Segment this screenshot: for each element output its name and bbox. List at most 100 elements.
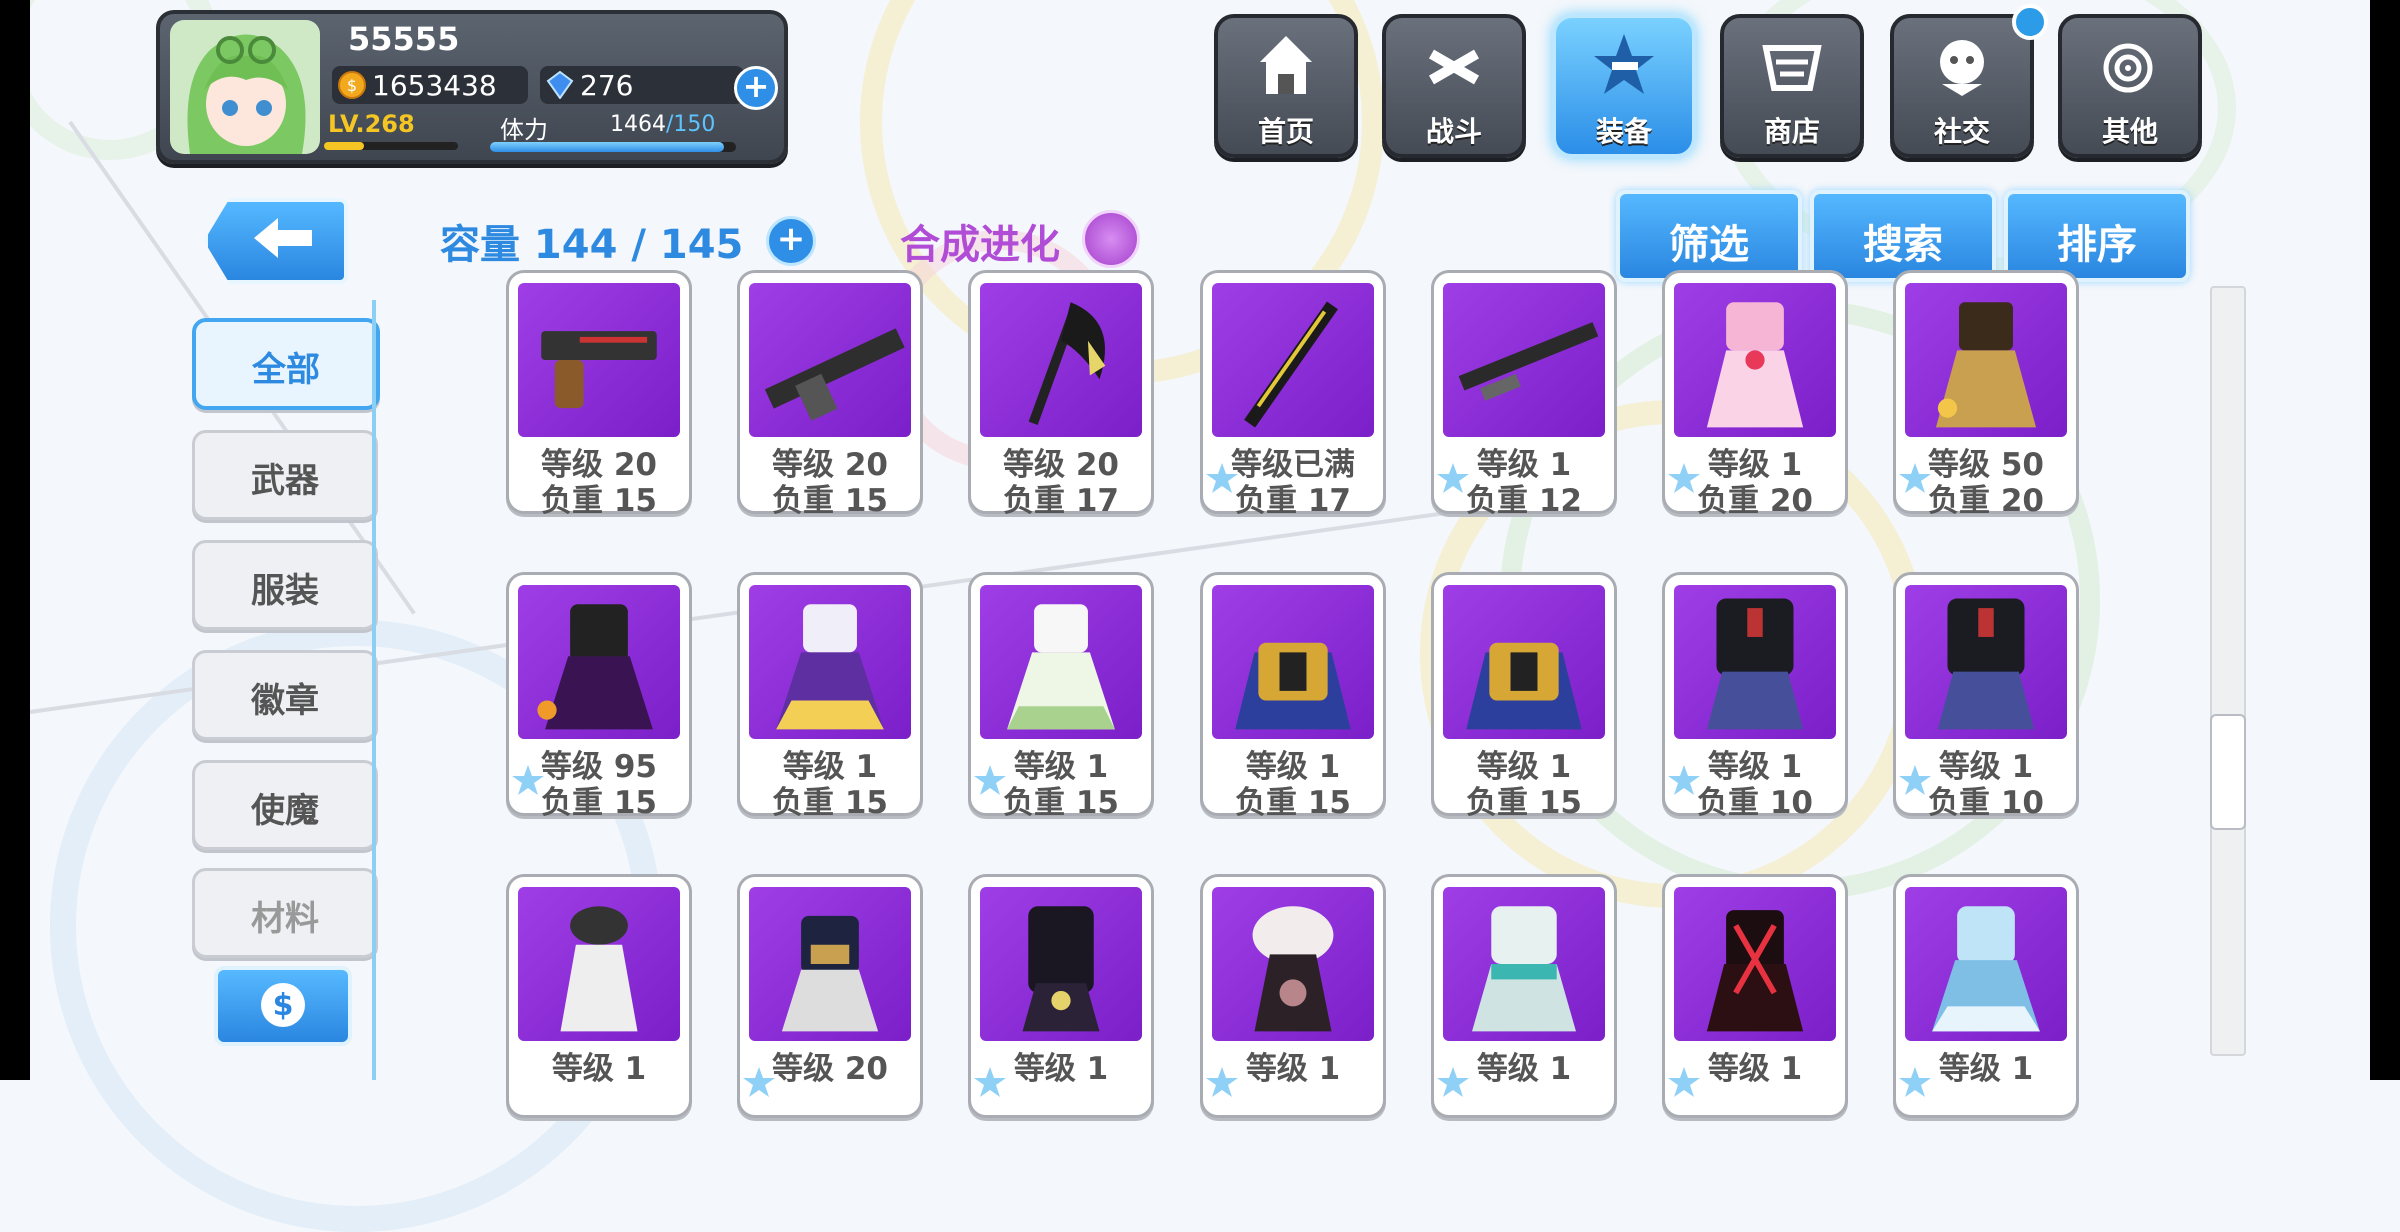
stamina-value: 1464/150 xyxy=(610,112,715,137)
equipment-image xyxy=(1674,585,1836,739)
add-gems-button[interactable]: + xyxy=(734,66,778,110)
category-label: 武器 xyxy=(251,461,319,501)
equipment-level: 等级 20 xyxy=(772,1051,888,1087)
nav-shop[interactable]: 商店 xyxy=(1720,14,1864,158)
nav-battle-label: 战斗 xyxy=(1425,115,1482,148)
equipment-weight: 负重 20 xyxy=(1697,483,1813,519)
equipment-card[interactable]: 等级 1 xyxy=(1200,874,1386,1118)
equipment-image xyxy=(1443,887,1605,1041)
shop-icon xyxy=(1762,45,1822,91)
back-button[interactable] xyxy=(204,198,348,284)
equipment-image xyxy=(1212,585,1374,739)
category-label: 材料 xyxy=(251,899,319,939)
equipment-card[interactable]: 等级 1 xyxy=(1431,874,1617,1118)
back-arrow-icon xyxy=(254,218,312,258)
stamina-fill xyxy=(490,142,724,152)
category-tab-materials[interactable]: 材料 xyxy=(192,868,378,958)
svg-text:$: $ xyxy=(347,76,357,95)
category-tab-clothing[interactable]: 服装 xyxy=(192,540,378,630)
equipment-card[interactable]: 等级 1 负重 10 xyxy=(1662,572,1848,821)
equipment-weight: 负重 15 xyxy=(1466,785,1582,821)
equipment-weight: 负重 15 xyxy=(1235,785,1351,821)
equipment-card[interactable]: 等级 20 负重 15 xyxy=(506,270,692,519)
dollar-icon: $ xyxy=(261,983,305,1027)
equipment-card[interactable]: 等级 20 xyxy=(737,874,923,1118)
equipment-weight: 负重 15 xyxy=(772,483,888,519)
equipment-icon xyxy=(1594,34,1654,94)
equipment-weight: 负重 12 xyxy=(1466,483,1582,519)
equipment-image xyxy=(518,887,680,1041)
battle-icon xyxy=(1428,49,1480,85)
equipment-weight: 负重 10 xyxy=(1697,785,1813,821)
equipment-image xyxy=(518,585,680,739)
equipment-card[interactable]: 等级 1 xyxy=(1893,874,2079,1118)
filter-label: 筛选 xyxy=(1669,222,1749,268)
player-avatar[interactable] xyxy=(170,20,320,154)
player-name: 55555 xyxy=(348,20,460,58)
scrollbar-thumb[interactable] xyxy=(2210,714,2246,830)
sort-button[interactable]: 排序 xyxy=(2004,190,2190,282)
filter-button[interactable]: 筛选 xyxy=(1616,190,1802,282)
equipment-card[interactable]: 等级 50 负重 20 xyxy=(1893,270,2079,519)
nav-social[interactable]: 社交 xyxy=(1890,14,2034,158)
equipment-card[interactable]: 等级 1 xyxy=(506,874,692,1118)
nav-battle[interactable]: 战斗 xyxy=(1382,14,1526,158)
scrollbar-track[interactable] xyxy=(2210,286,2246,1056)
stamina-max: /150 xyxy=(666,112,716,137)
search-label: 搜索 xyxy=(1863,222,1943,268)
equipment-card[interactable]: 等级 1 负重 15 xyxy=(1431,572,1617,821)
category-tab-all[interactable]: 全部 xyxy=(192,318,380,410)
equipment-card[interactable]: 等级 1 xyxy=(968,874,1154,1118)
category-label: 服装 xyxy=(251,571,319,611)
equipment-weight: 负重 15 xyxy=(541,785,657,821)
nav-home[interactable]: 首页 xyxy=(1214,14,1358,158)
sell-button[interactable]: $ xyxy=(214,966,352,1046)
equipment-level: 等级 1 xyxy=(1476,1051,1572,1087)
equipment-level: 等级 1 xyxy=(1245,1051,1341,1087)
equipment-image xyxy=(1443,283,1605,437)
equipment-card[interactable]: 等级 1 负重 20 xyxy=(1662,270,1848,519)
nav-other[interactable]: 其他 xyxy=(2058,14,2202,158)
equipment-weight: 负重 10 xyxy=(1928,785,2044,821)
stamina-bar xyxy=(490,142,736,152)
category-label: 徽章 xyxy=(251,681,319,721)
equipment-card[interactable]: 等级 1 负重 10 xyxy=(1893,572,2079,821)
equipment-weight: 负重 15 xyxy=(1003,785,1119,821)
equipment-level: 等级 1 xyxy=(1707,1051,1803,1087)
equipment-card[interactable]: 等级 1 xyxy=(1662,874,1848,1118)
category-tab-familiars[interactable]: 使魔 xyxy=(192,760,378,850)
nav-shop-label: 商店 xyxy=(1763,115,1820,148)
equipment-image xyxy=(1212,283,1374,437)
gold-amount: 1653438 xyxy=(372,69,497,102)
evolve-label[interactable]: 合成进化 xyxy=(900,212,1060,270)
evolve-icon[interactable] xyxy=(1082,210,1140,268)
equipment-level: 等级 1 xyxy=(551,1051,647,1087)
sort-label: 排序 xyxy=(2057,222,2137,268)
equipment-image xyxy=(1905,283,2067,437)
equipment-card[interactable]: 等级 1 负重 15 xyxy=(1200,572,1386,821)
equipment-card[interactable]: 等级 20 负重 17 xyxy=(968,270,1154,519)
player-panel[interactable]: 55555 $ 1653438 276 + LV.268 体力 1464/150 xyxy=(156,10,788,164)
level-progress-bar xyxy=(324,142,458,150)
equipment-image xyxy=(1674,283,1836,437)
expand-capacity-button[interactable]: + xyxy=(766,216,816,266)
equipment-weight: 负重 15 xyxy=(772,785,888,821)
equipment-image xyxy=(1443,585,1605,739)
equipment-card[interactable]: 等级已满 负重 17 xyxy=(1200,270,1386,519)
equipment-image xyxy=(1905,585,2067,739)
equipment-card[interactable]: 等级 20 负重 15 xyxy=(737,270,923,519)
capacity-label: 容量 144 / 145 xyxy=(440,222,744,268)
nav-equipment[interactable]: 装备 xyxy=(1552,14,1696,158)
equipment-image xyxy=(980,283,1142,437)
search-button[interactable]: 搜索 xyxy=(1810,190,1996,282)
category-tab-badges[interactable]: 徽章 xyxy=(192,650,378,740)
equipment-card[interactable]: 等级 1 负重 15 xyxy=(737,572,923,821)
equipment-card[interactable]: 等级 95 负重 15 xyxy=(506,572,692,821)
home-icon xyxy=(1260,36,1312,94)
equipment-card[interactable]: 等级 1 负重 12 xyxy=(1431,270,1617,519)
screen-edge-right xyxy=(2370,0,2400,1080)
gem-counter: 276 xyxy=(540,66,744,104)
category-tab-weapons[interactable]: 武器 xyxy=(192,430,378,520)
level-progress-fill xyxy=(324,142,365,150)
equipment-card[interactable]: 等级 1 负重 15 xyxy=(968,572,1154,821)
